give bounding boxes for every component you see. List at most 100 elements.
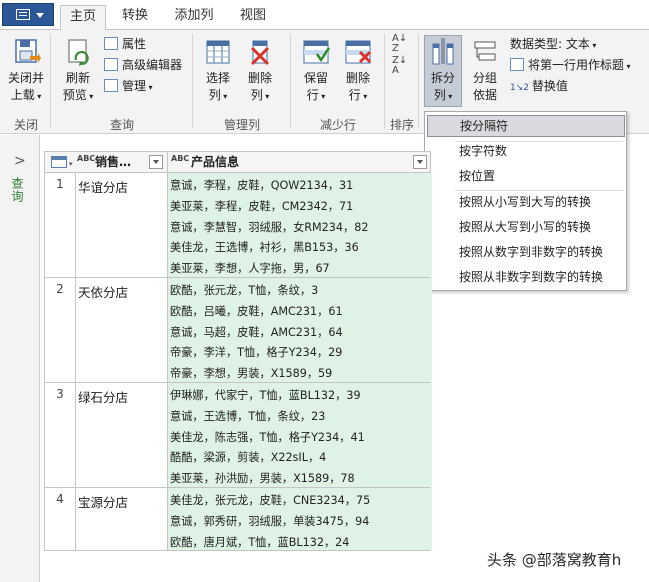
tab-transform[interactable]: 转换 (112, 5, 158, 31)
product-line: 欧酷，唐月斌，T恤，蓝BL132，24 (170, 535, 350, 549)
product-line: 意诚，郭秀研，羽绒服，单装3475，94 (170, 514, 370, 528)
split-nondigit-to-digit-item[interactable]: 按照从非数字到数字的转换 (427, 266, 625, 288)
product-line: 美佳龙，陈志强，T恤，格子Y234，41 (170, 430, 365, 444)
refresh-preview-button[interactable]: 刷新 预览 ▾ (58, 36, 98, 105)
file-menu-button[interactable] (2, 3, 54, 26)
split-digit-to-nondigit-item[interactable]: 按照从数字到非数字的转换 (427, 241, 625, 263)
split-by-positions-item[interactable]: 按位置 (427, 165, 625, 187)
keep-rows-button[interactable]: 保留 行 ▾ (296, 36, 336, 105)
split-column-label: 拆分 (430, 71, 455, 85)
product-info-cell[interactable]: 伊琳娜，代家宁，T恤，蓝BL132，39 意诚，王选博，T恤，条纹，23 美佳龙… (168, 383, 432, 487)
manage-icon (104, 79, 118, 92)
store-cell[interactable]: 宝源分店 (76, 488, 168, 550)
split-column-menu: 按分隔符 按字符数 按位置 按照从小写到大写的转换 按照从大写到小写的转换 按照… (424, 111, 627, 291)
properties-icon (104, 37, 118, 50)
product-line: 意诚，李慧智，羽绒服，女RM234，82 (170, 220, 369, 234)
use-first-row-as-headers-button[interactable]: 将第一行用作标题 ▾ (510, 57, 631, 75)
group-label-close: 关闭 (13, 118, 38, 132)
replace-values-icon: 1↘2 (510, 83, 532, 93)
filter-dropdown-icon[interactable] (149, 155, 163, 169)
group-by-button[interactable]: 分组 依据 (466, 36, 504, 104)
choose-columns-label: 选择 (205, 71, 230, 85)
replace-values-button[interactable]: 1↘2 替换值 (510, 78, 568, 96)
grid-header: ▾ ABC 销售… ABC 产品信息 (44, 151, 431, 173)
store-cell[interactable]: 华谊分店 (76, 173, 168, 277)
product-line: 美亚莱，李程，皮鞋，CM2342，71 (170, 199, 354, 213)
product-line: 意诚，马超，皮鞋，AMC231，64 (170, 325, 343, 339)
tab-add-column[interactable]: 添加列 (166, 5, 222, 31)
remove-columns-button[interactable]: 删除 列 ▾ (240, 36, 280, 105)
properties-button[interactable]: 属性 (104, 36, 146, 52)
split-by-delimiter-item[interactable]: 按分隔符 (427, 115, 625, 137)
store-cell[interactable]: 天依分店 (76, 278, 168, 382)
keep-rows-label-2: 行 (306, 88, 319, 102)
group-by-label-2: 依据 (472, 88, 497, 102)
split-column-icon (427, 36, 459, 68)
table-row: 4 宝源分店 美佳龙，张元龙，皮鞋，CNE3234，75 意诚，郭秀研，羽绒服，… (44, 488, 432, 551)
product-line: 欧酷，张元龙，T恤，条纹，3 (170, 284, 319, 297)
data-type-dropdown[interactable]: 数据类型: 文本 ▾ (510, 36, 596, 54)
advanced-editor-button[interactable]: 高级编辑器 (104, 57, 182, 73)
queries-pane-label: 查询 (10, 177, 24, 203)
table-row: 3 绿石分店 伊琳娜，代家宁，T恤，蓝BL132，39 意诚，王选博，T恤，条纹… (44, 383, 432, 488)
split-column-content[interactable]: 拆分 列 ▾ (424, 36, 462, 105)
product-line: 伊琳娜，代家宁，T恤，蓝BL132，39 (170, 389, 361, 402)
split-column-label-2: 列 (433, 88, 446, 102)
choose-columns-button[interactable]: 选择 列 ▾ (198, 36, 238, 105)
table-row: 1 华谊分店 意诚，李程，皮鞋，QOW2134，31 美亚莱，李程，皮鞋，CM2… (44, 173, 432, 278)
keep-rows-label: 保留 (303, 71, 328, 85)
store-cell[interactable]: 绿石分店 (76, 383, 168, 487)
save-close-icon (10, 36, 42, 68)
group-label-reduce-rows: 减少行 (319, 118, 356, 132)
row-number: 4 (45, 488, 76, 550)
remove-rows-label: 删除 (345, 71, 370, 85)
tab-home[interactable]: 主页 (60, 5, 106, 31)
keep-rows-icon (300, 36, 332, 68)
group-by-label: 分组 (472, 71, 497, 85)
split-lower-to-upper-item[interactable]: 按照从小写到大写的转换 (427, 191, 625, 213)
refresh-icon (62, 36, 94, 68)
column-header-sales[interactable]: 销售… (95, 152, 131, 172)
sort-ascending-icon: A↓ Z (392, 33, 408, 54)
close-and-load-label-2: 上载 (10, 88, 35, 102)
choose-columns-icon (202, 36, 234, 68)
remove-rows-icon (342, 36, 374, 68)
product-line: 美佳龙，王选博，衬衫，黑B153，36 (170, 241, 359, 255)
column-type-icon[interactable]: ABC (171, 155, 189, 163)
group-by-icon (469, 36, 501, 68)
choose-columns-label-2: 列 (208, 88, 221, 102)
watermark: 头条 @部落窝教育h (487, 551, 622, 569)
group-label-sort: 排序 (389, 118, 414, 132)
product-line: 帝豪，李洋，T恤，格子Y234，29 (170, 346, 343, 360)
column-header-product-info[interactable]: 产品信息 (191, 152, 239, 172)
sort-descending-icon: Z↓ A (392, 55, 408, 76)
product-line: 意诚，王选博，T恤，条纹，23 (170, 409, 326, 423)
filter-dropdown-icon[interactable] (413, 155, 427, 169)
row-number: 3 (45, 383, 76, 487)
manage-button[interactable]: 管理 ▾ (104, 78, 153, 96)
product-info-cell[interactable]: 欧酷，张元龙，T恤，条纹，3 欧酷，吕曦，皮鞋，AMC231，61 意诚，马超，… (168, 278, 432, 382)
table-menu-icon[interactable] (51, 156, 67, 168)
row-number: 2 (45, 278, 76, 382)
product-line: 帝豪，李想，男装，X1589，59 (170, 367, 333, 381)
split-upper-to-lower-item[interactable]: 按照从大写到小写的转换 (427, 216, 625, 238)
close-and-load-button[interactable]: 关闭并 上载 ▾ (4, 36, 48, 105)
chevron-down-icon (36, 13, 44, 18)
product-line: 酷酷，梁源，剪装，X22sIL，4 (170, 451, 327, 465)
sort-descending-button[interactable]: Z↓ A (392, 56, 412, 78)
split-by-number-of-characters-item[interactable]: 按字符数 (427, 140, 625, 162)
group-label-query: 查询 (109, 118, 134, 132)
table-row: 2 天依分店 欧酷，张元龙，T恤，条纹，3 欧酷，吕曦，皮鞋，AMC231，61… (44, 278, 432, 383)
row-number: 1 (45, 173, 76, 277)
product-info-cell[interactable]: 美佳龙，张元龙，皮鞋，CNE3234，75 意诚，郭秀研，羽绒服，单装3475，… (168, 488, 432, 550)
product-line: 欧酷，吕曦，皮鞋，AMC231，61 (170, 304, 343, 318)
tab-view[interactable]: 视图 (230, 5, 276, 31)
remove-columns-label: 删除 (247, 71, 272, 85)
column-type-icon[interactable]: ABC (77, 155, 95, 163)
product-line: 美亚莱，李想，人字拖，男，67 (170, 262, 330, 276)
close-and-load-label: 关闭并 (7, 71, 44, 85)
document-icon (16, 9, 30, 20)
remove-rows-button[interactable]: 删除 行 ▾ (338, 36, 378, 105)
product-info-cell[interactable]: 意诚，李程，皮鞋，QOW2134，31 美亚莱，李程，皮鞋，CM2342，71 … (168, 173, 432, 277)
expand-queries-icon[interactable]: > (14, 153, 26, 169)
